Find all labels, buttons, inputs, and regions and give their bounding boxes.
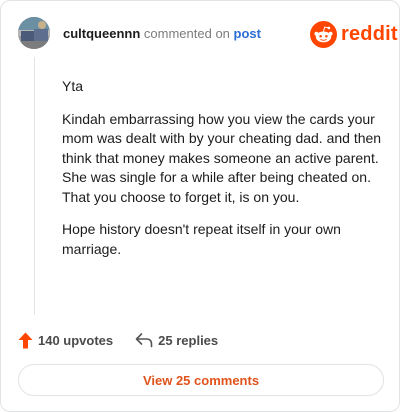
comment-paragraph: Yta — [62, 78, 84, 94]
thread-line — [34, 57, 35, 315]
comment-actions: 140 upvotes 25 replies — [18, 331, 218, 349]
avatar[interactable] — [18, 17, 50, 49]
upvote-arrow-icon — [18, 332, 33, 348]
upvote-button[interactable]: 140 upvotes — [18, 332, 113, 349]
comment-paragraph: Kindah embarrassing how you view the car… — [62, 110, 382, 205]
reddit-snoo-icon — [310, 20, 337, 48]
reddit-logo[interactable]: reddit — [310, 20, 398, 48]
post-link[interactable]: post — [234, 26, 261, 41]
replies-button[interactable]: 25 replies — [135, 332, 218, 348]
comment-card: cultqueennn commented on post reddit Yta… — [0, 0, 400, 412]
comment-body: Yta Kindah embarrassing how you view the… — [62, 77, 384, 272]
reddit-wordmark: reddit — [341, 22, 398, 45]
username[interactable]: cultqueennn — [63, 26, 140, 41]
reply-arrow-icon — [135, 333, 153, 348]
view-comments-button[interactable]: View 25 comments — [18, 364, 384, 396]
upvote-count: 140 upvotes — [38, 332, 114, 348]
commented-on-text: commented on — [143, 26, 230, 41]
reply-count: 25 replies — [158, 332, 219, 348]
comment-header: cultqueennn commented on post — [63, 26, 261, 42]
comment-paragraph: Hope history doesn't repeat itself in yo… — [62, 221, 341, 257]
